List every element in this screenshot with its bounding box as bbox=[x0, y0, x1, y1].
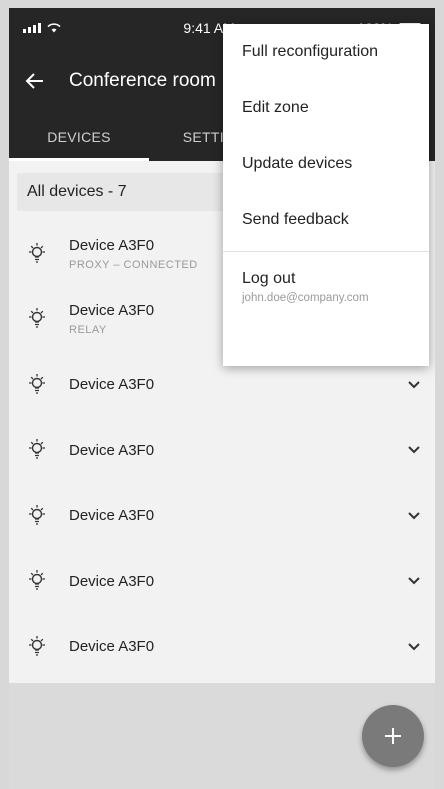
device-text: Device A3F0 bbox=[69, 638, 154, 655]
account-email: john.doe@company.com bbox=[242, 292, 369, 304]
phone-screen: 9:41 AM 100% Conference room DEVICES SET… bbox=[9, 8, 435, 789]
device-status: RELAY bbox=[69, 324, 107, 337]
back-arrow-icon[interactable] bbox=[23, 69, 47, 93]
overflow-menu: Full reconfiguration Edit zone Update de… bbox=[223, 24, 429, 366]
light-bulb-icon bbox=[29, 242, 45, 263]
chevron-down-icon[interactable] bbox=[407, 576, 421, 586]
device-name: Device A3F0 bbox=[69, 507, 155, 525]
menu-item-edit-zone[interactable]: Edit zone bbox=[223, 80, 429, 136]
device-name: Device A3F0 bbox=[69, 236, 155, 254]
chevron-down-icon[interactable] bbox=[407, 511, 421, 521]
chevron-down-icon[interactable] bbox=[407, 380, 421, 390]
add-device-button[interactable] bbox=[362, 705, 424, 767]
device-text: Device A3F0 PROXY – CONNECTED bbox=[69, 237, 198, 271]
menu-item-update-devices[interactable]: Update devices bbox=[223, 136, 429, 192]
device-name: Device A3F0 bbox=[69, 376, 155, 394]
device-row[interactable]: Device A3F0 bbox=[9, 614, 435, 680]
device-row[interactable]: Device A3F0 bbox=[9, 483, 435, 549]
tab-devices[interactable]: DEVICES bbox=[9, 113, 149, 161]
device-name: Device A3F0 bbox=[69, 572, 155, 590]
menu-item-send-feedback[interactable]: Send feedback bbox=[223, 192, 429, 248]
device-name: Device A3F0 bbox=[69, 638, 155, 656]
light-bulb-icon bbox=[29, 570, 45, 590]
device-text: Device A3F0 bbox=[69, 442, 154, 459]
light-bulb-icon bbox=[29, 373, 45, 394]
log-out-label: Log out bbox=[242, 270, 296, 287]
device-text: Device A3F0 bbox=[69, 573, 154, 590]
plus-icon bbox=[385, 728, 401, 744]
signal-area bbox=[23, 23, 61, 33]
page-title: Conference room bbox=[69, 69, 216, 91]
device-row[interactable]: Device A3F0 bbox=[9, 549, 435, 615]
device-name: Device A3F0 bbox=[69, 441, 155, 459]
chevron-down-icon[interactable] bbox=[407, 642, 421, 652]
device-name: Device A3F0 bbox=[69, 302, 155, 320]
light-bulb-icon bbox=[29, 308, 45, 328]
chevron-down-icon[interactable] bbox=[407, 445, 421, 455]
device-text: Device A3F0 RELAY bbox=[69, 302, 154, 336]
wifi-icon bbox=[47, 23, 61, 33]
filter-label: All devices - 7 bbox=[27, 183, 127, 200]
device-row[interactable]: Device A3F0 bbox=[9, 418, 435, 484]
signal-icon bbox=[23, 23, 41, 33]
menu-item-log-out[interactable]: Log out john.doe@company.com bbox=[223, 252, 429, 304]
light-bulb-icon bbox=[29, 504, 45, 525]
light-bulb-icon bbox=[29, 439, 45, 459]
device-text: Device A3F0 bbox=[69, 507, 154, 524]
device-text: Device A3F0 bbox=[69, 376, 154, 393]
menu-item-full-reconfiguration[interactable]: Full reconfiguration bbox=[223, 24, 429, 80]
device-status: PROXY – CONNECTED bbox=[69, 258, 198, 271]
light-bulb-icon bbox=[29, 635, 45, 656]
